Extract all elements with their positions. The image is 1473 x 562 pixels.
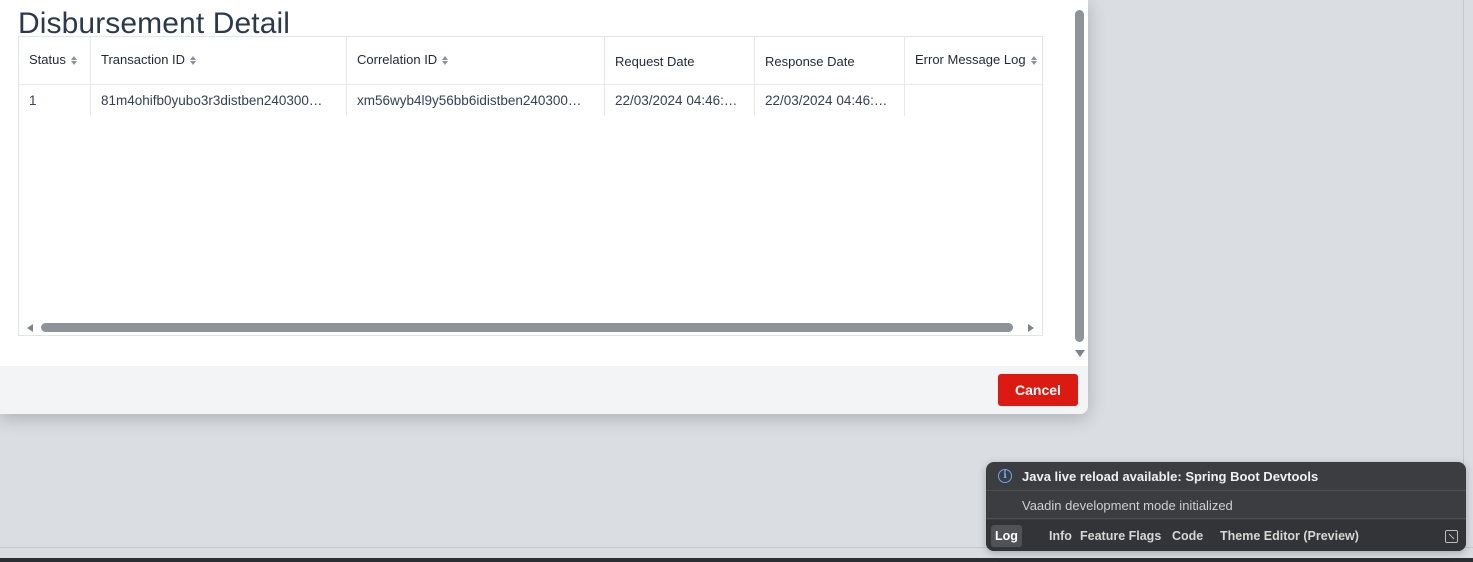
info-icon: i (998, 469, 1012, 483)
cell-request-date-text: 22/03/2024 04:46:… (615, 93, 738, 108)
cell-status: 1 (19, 85, 91, 116)
cell-status-text: 1 (29, 93, 37, 108)
vaadin-devtools-panel: i Java live reload available: Spring Boo… (986, 462, 1466, 551)
dialog-footer: Cancel (0, 366, 1088, 414)
devtools-notification-live-reload: i Java live reload available: Spring Boo… (986, 462, 1466, 491)
taskbar-strip (0, 558, 1473, 562)
column-header-label: Status (29, 52, 66, 67)
tab-feature-flags[interactable]: Feature Flags (1076, 525, 1165, 547)
disbursement-detail-dialog: Disbursement Detail Status Transaction I… (0, 0, 1088, 414)
cell-response-date-text: 22/03/2024 04:46:… (765, 93, 888, 108)
tab-code[interactable]: Code (1168, 525, 1207, 547)
scroll-right-icon[interactable] (1028, 324, 1034, 332)
notification-text: Java live reload available: Spring Boot … (1022, 469, 1319, 484)
devtools-tab-bar: Log Info Feature Flags Code Theme Editor… (986, 520, 1466, 551)
cell-error-message-log (905, 85, 1042, 116)
cell-response-date: 22/03/2024 04:46:… (755, 85, 905, 116)
sort-icon[interactable] (190, 56, 197, 65)
horizontal-scroll-thumb[interactable] (41, 323, 1013, 332)
cell-request-date: 22/03/2024 04:46:… (605, 85, 755, 116)
scroll-left-icon[interactable] (27, 324, 33, 332)
sort-icon[interactable] (442, 56, 449, 65)
sort-icon[interactable] (70, 56, 77, 65)
column-header-label: Request Date (615, 54, 695, 69)
cancel-button[interactable]: Cancel (998, 374, 1078, 406)
devtools-notification-dev-mode: Vaadin development mode initialized (986, 492, 1466, 519)
tab-theme-editor[interactable]: Theme Editor (Preview) (1216, 525, 1363, 547)
column-header-correlation-id[interactable]: Correlation ID (347, 37, 605, 84)
column-header-status[interactable]: Status (19, 37, 91, 84)
column-header-request-date[interactable]: Request Date (605, 37, 755, 84)
cell-transaction-id: 81m4ohifb0yubo3r3distben240300… (91, 85, 347, 116)
cell-transaction-id-text: 81m4ohifb0yubo3r3distben240300… (101, 93, 323, 108)
cell-correlation-id: xm56wyb4l9y56bb6idistben240300… (347, 85, 605, 116)
vertical-scroll-thumb[interactable] (1075, 10, 1084, 342)
column-header-label: Transaction ID (101, 52, 186, 67)
grid-header-row: Status Transaction ID Correlation ID Req… (19, 37, 1042, 85)
column-header-error-message-log[interactable]: Error Message Log (905, 37, 1042, 84)
scroll-down-icon[interactable] (1075, 350, 1085, 357)
table-row[interactable]: 1 81m4ohifb0yubo3r3distben240300… xm56wy… (19, 85, 1042, 116)
column-header-label: Response Date (765, 54, 855, 69)
column-header-transaction-id[interactable]: Transaction ID (91, 37, 347, 84)
tab-log[interactable]: Log (991, 525, 1022, 547)
tab-info[interactable]: Info (1045, 525, 1076, 547)
column-header-label: Correlation ID (357, 52, 438, 67)
horizontal-scrollbar[interactable] (19, 321, 1042, 335)
disbursement-grid: Status Transaction ID Correlation ID Req… (18, 36, 1043, 336)
column-header-response-date[interactable]: Response Date (755, 37, 905, 84)
dock-icon[interactable] (1445, 530, 1458, 543)
cell-correlation-id-text: xm56wyb4l9y56bb6idistben240300… (357, 93, 582, 108)
notification-text: Vaadin development mode initialized (1022, 498, 1233, 513)
sort-icon[interactable] (1030, 56, 1037, 65)
column-header-label: Error Message Log (915, 52, 1026, 67)
